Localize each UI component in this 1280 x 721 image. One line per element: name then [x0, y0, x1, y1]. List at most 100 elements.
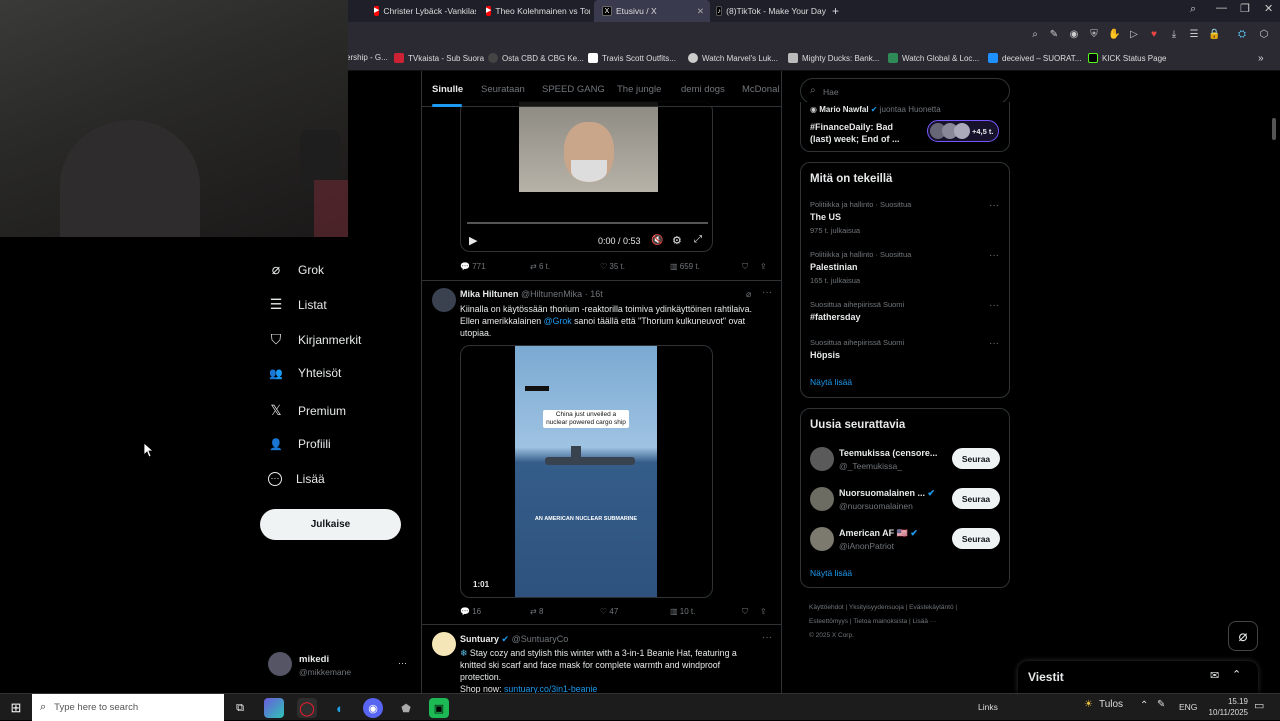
- play-icon[interactable]: ▶: [469, 234, 477, 247]
- network-icon[interactable]: ✎: [1157, 699, 1165, 710]
- trend-more-icon[interactable]: ···: [989, 338, 999, 349]
- nav-item-lists[interactable]: ☰ Listat: [268, 296, 327, 313]
- avatar[interactable]: [432, 288, 456, 312]
- browser-tab-active[interactable]: X Etusivu / X ✕: [594, 0, 710, 22]
- taskbar-search-input[interactable]: ⌕ Type here to search: [32, 694, 224, 721]
- grok-icon[interactable]: ⌀: [746, 289, 751, 300]
- like-button[interactable]: ♡ 35 t.: [600, 262, 625, 271]
- page-scrollbar[interactable]: [1272, 118, 1276, 140]
- nav-item-grok[interactable]: ⌀ Grok: [268, 261, 324, 278]
- nav-item-premium[interactable]: 𝕏 Premium: [268, 402, 346, 419]
- video-player[interactable]: China just unveiled a nuclear powered ca…: [460, 345, 713, 598]
- settings-icon[interactable]: ⚙: [672, 234, 682, 247]
- follow-suggestion[interactable]: Teemukissa (censore... @_Teemukissa_ Seu…: [801, 445, 1009, 475]
- repost-button[interactable]: ⇄ 6 t.: [530, 262, 550, 271]
- trend-more-icon[interactable]: ···: [989, 200, 999, 211]
- bookmark-item[interactable]: deceived – SUORAT...: [988, 53, 1081, 63]
- language-indicator[interactable]: ENG: [1179, 702, 1197, 712]
- account-switcher[interactable]: mikedi @mikkemane ···: [268, 652, 418, 682]
- menu-icon[interactable]: ☰: [1188, 29, 1200, 40]
- author-handle[interactable]: @HiltunenMika · 16t: [521, 289, 603, 299]
- new-tab-button[interactable]: +: [824, 0, 844, 22]
- download-icon[interactable]: ⤓: [1168, 29, 1180, 40]
- windows-start-icon[interactable]: ⊞: [6, 698, 26, 718]
- trend-item[interactable]: Suosittua aihepiirissä Suomi #fathersday…: [801, 298, 1009, 334]
- edit-icon[interactable]: ✎: [1048, 29, 1060, 40]
- extension-icon[interactable]: ✋: [1108, 29, 1120, 40]
- trend-more-icon[interactable]: ···: [989, 250, 999, 261]
- opera-icon[interactable]: ◯: [297, 698, 317, 718]
- views-button[interactable]: ▥ 659 t.: [670, 262, 700, 271]
- app-icon[interactable]: ⛭: [1236, 29, 1248, 40]
- space-listeners[interactable]: +4,5 t.: [927, 120, 999, 142]
- trends-show-more-link[interactable]: Näytä lisää: [810, 377, 852, 387]
- browser-tab[interactable]: ▶ Christer Lybäck -Vankilast: [366, 0, 476, 22]
- nav-item-communities[interactable]: 👥 Yhteisöt: [268, 366, 341, 380]
- avatar[interactable]: [432, 632, 456, 656]
- heart-icon[interactable]: ♥: [1148, 29, 1160, 40]
- follow-button[interactable]: Seuraa: [952, 488, 1000, 509]
- post-more-icon[interactable]: ···: [762, 632, 772, 643]
- footer-link[interactable]: Käyttöehdot: [809, 604, 844, 611]
- browser-tab[interactable]: ♪ (8)TikTok - Make Your Day: [708, 0, 826, 22]
- share-icon[interactable]: ⇪: [760, 262, 767, 271]
- bookmark-icon[interactable]: ⛉: [742, 607, 748, 617]
- tray-expand-icon[interactable]: ⌃: [1140, 700, 1148, 711]
- zoom-icon[interactable]: ⌕: [1029, 29, 1041, 40]
- share-icon[interactable]: ⇪: [760, 607, 767, 616]
- messages-drawer[interactable]: Viestit ✉ ⌃: [1018, 661, 1258, 693]
- clock[interactable]: 15.19 10/11/2025: [1204, 696, 1248, 718]
- task-view-icon[interactable]: ⧉: [230, 698, 250, 718]
- follow-button[interactable]: Seuraa: [952, 448, 1000, 469]
- bookmark-item[interactable]: ership - G...: [346, 53, 388, 62]
- views-button[interactable]: ▥ 10 t.: [670, 607, 695, 616]
- search-icon[interactable]: ⌕: [1190, 3, 1196, 16]
- follow-show-more-link[interactable]: Näytä lisää: [810, 568, 852, 578]
- nav-item-more[interactable]: ⋯ Lisää: [268, 472, 325, 486]
- restore-icon[interactable]: ❐: [1240, 2, 1250, 15]
- copilot-icon[interactable]: [264, 698, 284, 718]
- follow-suggestion[interactable]: American AF 🇺🇸 ✔ @iAnonPatriot Seuraa: [801, 525, 1009, 555]
- mute-icon[interactable]: 🔇: [651, 235, 663, 246]
- tab-list[interactable]: The jungle: [617, 84, 661, 95]
- close-tab-icon[interactable]: ✕: [697, 6, 704, 17]
- footer-link[interactable]: Evästekäytäntö: [909, 604, 953, 611]
- discord-icon[interactable]: ◉: [363, 698, 383, 718]
- tab-list[interactable]: demi dogs: [681, 84, 725, 95]
- weather-widget[interactable]: ☀ Tulos: [1084, 699, 1123, 710]
- close-window-icon[interactable]: ✕: [1264, 2, 1273, 15]
- author-name[interactable]: Mika Hiltunen: [460, 289, 519, 299]
- search-input[interactable]: ⌕ Hae: [800, 78, 1010, 104]
- tab-list[interactable]: SPEED GANG: [542, 84, 605, 95]
- notifications-icon[interactable]: ▭: [1254, 699, 1264, 712]
- footer-link[interactable]: Tietoa mainoksista: [853, 618, 907, 625]
- camera-icon[interactable]: ◉: [1068, 29, 1080, 40]
- minimize-icon[interactable]: —: [1216, 2, 1227, 14]
- app-icon[interactable]: ▣: [429, 698, 449, 718]
- footer-link[interactable]: Yksityisyydensuoja: [849, 604, 904, 611]
- reply-button[interactable]: 💬 16: [460, 607, 481, 616]
- grok-floating-button[interactable]: ⌀: [1228, 621, 1258, 651]
- nav-item-profile[interactable]: 👤 Profiili: [268, 437, 331, 451]
- spaces-card[interactable]: ◉ Mario Nawfal ✔ juontaa Huonetta #Finan…: [800, 102, 1010, 152]
- footer-link[interactable]: Esteettömyys: [809, 618, 848, 625]
- tab-list[interactable]: McDonal: [742, 84, 780, 95]
- links-toolbar[interactable]: Links: [978, 702, 998, 712]
- app-icon[interactable]: ⬟: [396, 698, 416, 718]
- nav-item-bookmarks[interactable]: ⛉ Kirjanmerkit: [268, 331, 362, 348]
- footer-link[interactable]: Lisää ···: [912, 618, 936, 625]
- bookmark-item[interactable]: Travis Scott Outfits...: [588, 53, 676, 63]
- bookmarks-overflow-icon[interactable]: »: [1258, 53, 1264, 64]
- author-handle[interactable]: @SuntuaryCo: [512, 634, 569, 644]
- bookmark-item[interactable]: Watch Marvel's Luk...: [688, 53, 778, 63]
- trend-item[interactable]: Politiikka ja hallinto · Suosittua Pales…: [801, 248, 1009, 296]
- account-more-icon[interactable]: ···: [398, 658, 407, 668]
- tab-for-you[interactable]: Sinulle: [432, 84, 463, 95]
- bookmark-item[interactable]: KICK Status Page: [1088, 53, 1166, 63]
- trend-item[interactable]: Suosittua aihepiirissä Suomi Höpsis ···: [801, 336, 1009, 372]
- browser-tab[interactable]: ▶ Theo Kolehmainen vs Tom: [478, 0, 590, 22]
- follow-button[interactable]: Seuraa: [952, 528, 1000, 549]
- reply-button[interactable]: 💬 771: [460, 262, 486, 271]
- url-link[interactable]: suntuary.co/3in1-beanie: [504, 684, 597, 693]
- lock-icon[interactable]: 🔒: [1208, 29, 1220, 40]
